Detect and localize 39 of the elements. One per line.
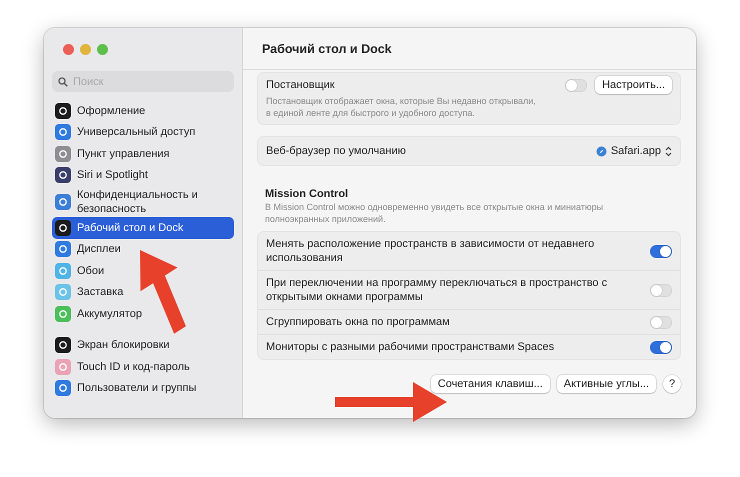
toggle-switch[interactable] bbox=[650, 244, 672, 258]
sidebar-item[interactable]: Дисплеи bbox=[52, 238, 234, 260]
section-title: Mission Control bbox=[265, 188, 350, 201]
sidebar-item[interactable]: Заставка bbox=[52, 282, 234, 303]
section-description: В Mission Control можно одновременно увидеть все открытые окна и миниатюры полноэкранных приложений. bbox=[265, 201, 604, 225]
sidebar-item[interactable]: Пользователи и группы bbox=[52, 378, 234, 399]
action-button[interactable]: Активные углы... bbox=[556, 375, 656, 393]
browser-popup[interactable]: Safari.app bbox=[596, 145, 672, 157]
toggle-switch[interactable] bbox=[565, 78, 588, 92]
setting-label: Веб-браузер по умолчанию bbox=[266, 144, 406, 158]
sidebar-item[interactable]: Универсальный доступ bbox=[52, 122, 234, 143]
sidebar-item[interactable]: Пункт управления bbox=[52, 143, 234, 164]
sidebar-item[interactable]: Рабочий стол и Dock bbox=[52, 217, 234, 238]
toggle-switch[interactable] bbox=[650, 316, 672, 328]
setting-label: Постановщик bbox=[266, 78, 335, 92]
search-icon bbox=[58, 77, 68, 87]
compass-icon bbox=[596, 146, 607, 156]
setting-label: Менять расположение пространств в зависимости от недавнего использования bbox=[266, 237, 596, 265]
sidebar-item[interactable]: Конфиденциальность и безопасность bbox=[52, 186, 234, 217]
setting-label: При переключении на программу переключаться в пространство с открытыми окнами программы bbox=[266, 276, 608, 304]
sidebar-item[interactable]: Экран блокировки bbox=[52, 334, 234, 356]
toggle-switch[interactable] bbox=[650, 340, 672, 354]
help-button[interactable]: ? bbox=[663, 375, 681, 393]
close-button[interactable] bbox=[63, 44, 74, 55]
customize-button[interactable]: Настроить... bbox=[595, 76, 672, 94]
setting-description: Постановщик отображает окна, которые Вы недавно открывали, в единой ленте для быстрого и удобного доступа. bbox=[266, 95, 537, 119]
minimize-button[interactable] bbox=[80, 44, 91, 55]
sidebar-item[interactable]: Touch ID и код-пароль bbox=[52, 356, 234, 378]
sidebar-item[interactable]: Обои bbox=[52, 260, 234, 282]
sidebar-item[interactable]: Siri и Spotlight bbox=[52, 164, 234, 186]
sidebar-item[interactable]: Оформление bbox=[52, 100, 234, 122]
toggle-switch[interactable] bbox=[650, 284, 672, 296]
sidebar-item[interactable]: Аккумулятор bbox=[52, 303, 234, 324]
chevron-icon bbox=[665, 146, 672, 156]
action-button[interactable]: Сочетания клавиш... bbox=[430, 375, 550, 393]
setting-label: Сгруппировать окна по программам bbox=[266, 315, 450, 329]
window-title: Рабочий стол и Dock bbox=[262, 42, 392, 56]
zoom-button[interactable] bbox=[97, 44, 108, 55]
setting-label: Мониторы с разными рабочими пространствами Spaces bbox=[266, 340, 554, 354]
